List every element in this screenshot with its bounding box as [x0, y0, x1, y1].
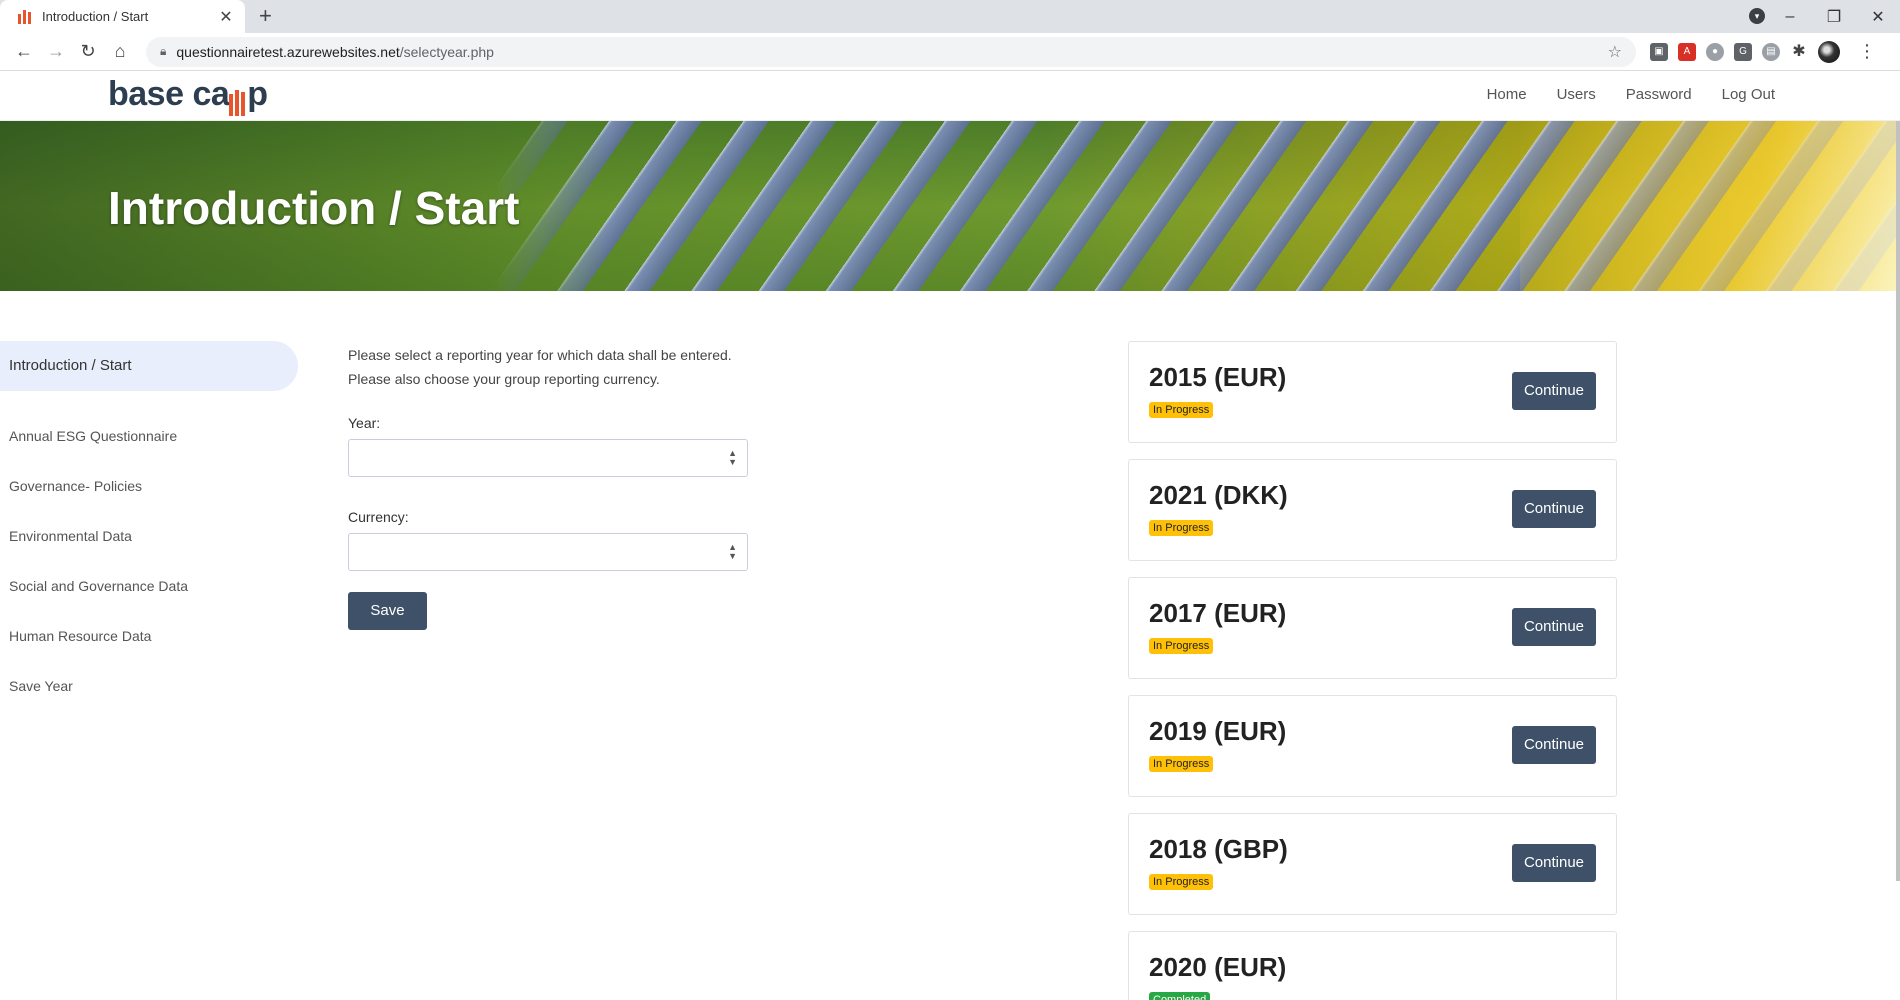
sidebar: Introduction / Start Annual ESG Question… [0, 341, 298, 711]
basecamp-logo[interactable]: base ca p [108, 75, 268, 116]
sidebar-item-environmental[interactable]: Environmental Data [0, 511, 298, 561]
status-badge: In Progress [1149, 402, 1214, 418]
main-content: Introduction / Start Annual ESG Question… [0, 291, 1900, 1000]
profile-avatar[interactable] [1818, 40, 1840, 63]
currency-select[interactable]: ▲ ▼ [348, 533, 748, 571]
extensions-area: ▣ A ● G ▤ ✱ ⋮ [1650, 40, 1876, 63]
year-card: 2018 (GBP) In Progress Continue [1128, 813, 1617, 915]
extension-icon[interactable]: ● [1706, 42, 1724, 61]
tab-title: Introduction / Start [42, 9, 149, 24]
address-bar[interactable]: 🔒︎ questionnairetest.azurewebsites.net/s… [146, 36, 1636, 67]
nav-logout[interactable]: Log Out [1722, 86, 1775, 103]
status-badge: In Progress [1149, 756, 1214, 772]
logo-text-end: p [247, 75, 268, 113]
extension-icon[interactable]: G [1734, 42, 1752, 61]
close-window-icon[interactable]: ✕ [1856, 7, 1900, 27]
year-card-title: 2021 (DKK) [1149, 480, 1288, 510]
year-select[interactable]: ▲ ▼ [348, 439, 748, 477]
sidebar-item-introduction[interactable]: Introduction / Start [0, 341, 298, 391]
sidebar-item-governance[interactable]: Governance- Policies [0, 461, 298, 511]
sidebar-item-human-resource[interactable]: Human Resource Data [0, 611, 298, 661]
select-arrows-icon: ▲ ▼ [728, 542, 737, 561]
sun-glow [1520, 121, 1900, 291]
top-navigation: Home Users Password Log Out [1487, 86, 1775, 103]
window-controls: – ❐ ✕ [1768, 0, 1900, 33]
status-badge: In Progress [1149, 520, 1214, 536]
save-button[interactable]: Save [348, 592, 427, 630]
select-arrows-icon: ▲ ▼ [728, 448, 737, 467]
new-tab-icon[interactable]: + [259, 0, 272, 33]
status-badge: In Progress [1149, 874, 1214, 890]
year-card-title: 2015 (EUR) [1149, 362, 1287, 392]
pdf-extension-icon[interactable]: A [1678, 42, 1696, 61]
intro-text-line1: Please select a reporting year for which… [348, 347, 732, 363]
continue-button[interactable]: Continue [1512, 490, 1596, 528]
back-icon[interactable]: ← [8, 41, 40, 62]
continue-button[interactable]: Continue [1512, 844, 1596, 882]
sidebar-item-social-governance[interactable]: Social and Governance Data [0, 561, 298, 611]
year-card-title: 2018 (GBP) [1149, 834, 1288, 864]
page-title: Introduction / Start [108, 182, 520, 234]
hero-banner: Introduction / Start [0, 121, 1900, 291]
browser-toolbar: ← → ↻ ⌂ 🔒︎ questionnairetest.azurewebsit… [0, 33, 1900, 71]
year-card: 2017 (EUR) In Progress Continue [1128, 577, 1617, 679]
tab-search-icon[interactable]: ▾ [1749, 8, 1765, 24]
year-card: 2019 (EUR) In Progress Continue [1128, 695, 1617, 797]
year-card-title: 2017 (EUR) [1149, 598, 1287, 628]
lock-icon[interactable]: 🔒︎ [160, 44, 166, 59]
year-card: 2020 (EUR) Completed [1128, 931, 1617, 1000]
nav-home[interactable]: Home [1487, 86, 1527, 103]
url-path: /selectyear.php [399, 43, 494, 60]
continue-button[interactable]: Continue [1512, 726, 1596, 764]
currency-label: Currency: [348, 509, 409, 525]
sidebar-item-annual-esg[interactable]: Annual ESG Questionnaire [0, 411, 298, 461]
close-tab-icon[interactable]: ✕ [217, 7, 235, 27]
sidebar-item-save-year[interactable]: Save Year [0, 661, 298, 711]
site-header: base ca p Home Users Password Log Out [0, 71, 1900, 121]
puzzle-extensions-icon[interactable]: ✱ [1790, 43, 1808, 61]
nav-users[interactable]: Users [1557, 86, 1596, 103]
home-icon[interactable]: ⌂ [104, 41, 136, 62]
year-card: 2021 (DKK) In Progress Continue [1128, 459, 1617, 561]
bookmark-star-icon[interactable]: ☆ [1608, 42, 1622, 62]
minimize-icon[interactable]: – [1768, 8, 1812, 26]
browser-tab-bar: Introduction / Start ✕ + ▾ – ❐ ✕ [0, 0, 1900, 33]
nav-password[interactable]: Password [1626, 86, 1692, 103]
year-card-title: 2020 (EUR) [1149, 952, 1287, 982]
reload-icon[interactable]: ↻ [72, 41, 104, 62]
intro-text-line2: Please also choose your group reporting … [348, 371, 660, 387]
url-host: questionnairetest.azurewebsites.net [176, 43, 400, 60]
continue-button[interactable]: Continue [1512, 372, 1596, 410]
year-label: Year: [348, 415, 381, 431]
continue-button[interactable]: Continue [1512, 608, 1596, 646]
forward-icon[interactable]: → [40, 41, 72, 62]
logo-text: base ca [108, 75, 230, 113]
page-scrollbar[interactable] [1896, 121, 1900, 881]
logo-bars-icon [229, 77, 247, 116]
extension-icon[interactable]: ▣ [1650, 42, 1668, 61]
year-selection-form: Please select a reporting year for which… [348, 343, 748, 630]
browser-tab[interactable]: Introduction / Start ✕ [0, 0, 245, 33]
menu-kebab-icon[interactable]: ⋮ [1858, 41, 1876, 62]
year-card: 2015 (EUR) In Progress Continue [1128, 341, 1617, 443]
year-cards-list: 2015 (EUR) In Progress Continue 2021 (DK… [1128, 341, 1617, 1000]
site-favicon-icon [18, 9, 34, 24]
restore-icon[interactable]: ❐ [1812, 7, 1856, 27]
year-card-title: 2019 (EUR) [1149, 716, 1287, 746]
status-badge: Completed [1149, 992, 1211, 1000]
extension-icon[interactable]: ▤ [1762, 42, 1780, 61]
status-badge: In Progress [1149, 638, 1214, 654]
